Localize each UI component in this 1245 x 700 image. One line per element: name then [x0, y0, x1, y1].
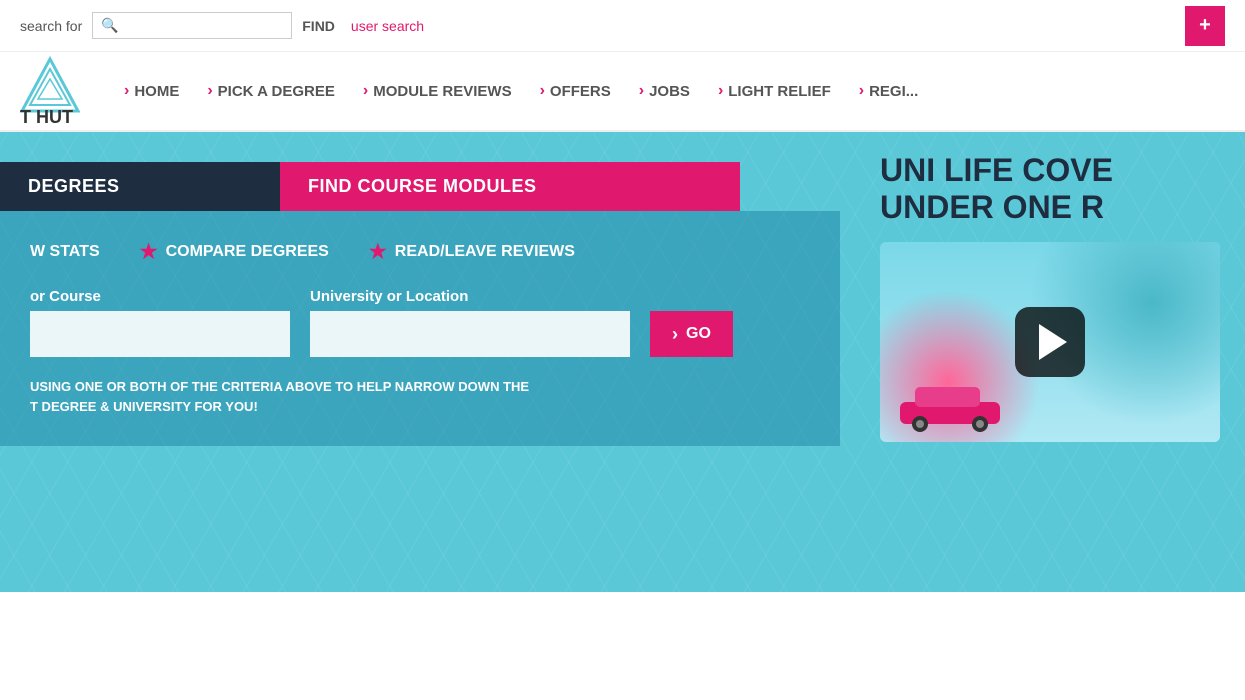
hero-right: UNI LIFE COVE UNDER ONE R: [870, 132, 1245, 462]
chevron-icon: ›: [363, 82, 368, 100]
nav-label-module-reviews: MODULE REVIEWS: [373, 83, 511, 100]
chevron-icon: ›: [124, 82, 129, 100]
fields-row: or Course University or Location › GO: [30, 288, 810, 357]
location-input[interactable]: [310, 311, 630, 357]
logo-area: T HUT: [20, 55, 80, 128]
user-search-link[interactable]: user search: [351, 18, 424, 34]
feature-reviews[interactable]: ★ READ/LEAVE REVIEWS: [369, 239, 575, 264]
hint-text: USING ONE OR BOTH OF THE CRITERIA ABOVE …: [30, 377, 780, 416]
search-box: 🔍: [92, 12, 292, 39]
chevron-icon: ›: [718, 82, 723, 100]
promo-title-line2: UNDER ONE R: [880, 189, 1225, 226]
nav-label-home: HOME: [134, 83, 179, 100]
nav-item-jobs[interactable]: › JOBS: [625, 51, 704, 131]
course-field-group: or Course: [30, 288, 290, 357]
promo-title: UNI LIFE COVE UNDER ONE R: [880, 152, 1225, 226]
search-input[interactable]: [125, 18, 285, 34]
feature-compare[interactable]: ★ COMPARE DEGREES: [140, 239, 329, 264]
nav-label-jobs: JOBS: [649, 83, 690, 100]
search-for-label: search for: [20, 18, 82, 34]
hero-section: DEGREES FIND COURSE MODULES W STATS ★ CO…: [0, 132, 1245, 592]
compare-label: COMPARE DEGREES: [166, 243, 329, 261]
tab-degrees-label: DEGREES: [28, 176, 120, 196]
nav-item-light-relief[interactable]: › LIGHT RELIEF: [704, 51, 845, 131]
chevron-icon: ›: [859, 82, 864, 100]
chevron-icon: ›: [540, 82, 545, 100]
find-button[interactable]: FIND: [302, 18, 335, 34]
main-tabs: DEGREES FIND COURSE MODULES: [0, 162, 840, 211]
search-icon: 🔍: [101, 17, 118, 34]
nav-item-module-reviews[interactable]: › MODULE REVIEWS: [349, 51, 526, 131]
feature-stats[interactable]: W STATS: [30, 243, 100, 261]
course-label: or Course: [30, 288, 290, 305]
promo-title-line1: UNI LIFE COVE: [880, 152, 1225, 189]
top-bar-right-btn[interactable]: +: [1185, 6, 1225, 46]
nav-item-home[interactable]: › HOME: [110, 51, 193, 131]
video-car-graphic: [890, 372, 1010, 432]
video-thumbnail[interactable]: [880, 242, 1220, 442]
nav-item-offers[interactable]: › OFFERS: [526, 51, 625, 131]
logo-icon: [20, 55, 80, 115]
stats-label: W STATS: [30, 243, 100, 261]
course-input[interactable]: [30, 311, 290, 357]
hero-left: DEGREES FIND COURSE MODULES W STATS ★ CO…: [0, 132, 870, 476]
tab-modules-label: FIND COURSE MODULES: [308, 176, 537, 196]
header: T HUT › HOME › PICK A DEGREE › MODULE RE…: [0, 52, 1245, 132]
search-panel: W STATS ★ COMPARE DEGREES ★ READ/LEAVE R…: [0, 211, 840, 446]
star-icon-reviews: ★: [369, 239, 387, 264]
nav-label-light-relief: LIGHT RELIEF: [728, 83, 831, 100]
chevron-icon: ›: [639, 82, 644, 100]
reviews-label: READ/LEAVE REVIEWS: [395, 243, 575, 261]
tab-degrees[interactable]: DEGREES: [0, 162, 280, 211]
nav-label-regi: REGI...: [869, 83, 918, 100]
nav-item-pick-degree[interactable]: › PICK A DEGREE: [193, 51, 349, 131]
nav-item-regi[interactable]: › REGI...: [845, 51, 933, 131]
features-row: W STATS ★ COMPARE DEGREES ★ READ/LEAVE R…: [30, 239, 810, 264]
go-label: GO: [686, 325, 711, 343]
nav-label-pick-degree: PICK A DEGREE: [218, 83, 335, 100]
location-field-group: University or Location: [310, 288, 630, 357]
go-chevron-icon: ›: [672, 324, 678, 345]
star-icon-compare: ★: [140, 239, 158, 264]
top-bar: search for 🔍 FIND user search +: [0, 0, 1245, 52]
go-button[interactable]: › GO: [650, 311, 733, 357]
main-nav: › HOME › PICK A DEGREE › MODULE REVIEWS …: [110, 51, 1225, 131]
nav-label-offers: OFFERS: [550, 83, 611, 100]
play-icon: [1039, 324, 1067, 360]
location-label: University or Location: [310, 288, 630, 305]
logo-text: T HUT: [20, 107, 73, 128]
chevron-icon: ›: [207, 82, 212, 100]
play-button[interactable]: [1015, 307, 1085, 377]
tab-find-modules[interactable]: FIND COURSE MODULES: [280, 162, 740, 211]
